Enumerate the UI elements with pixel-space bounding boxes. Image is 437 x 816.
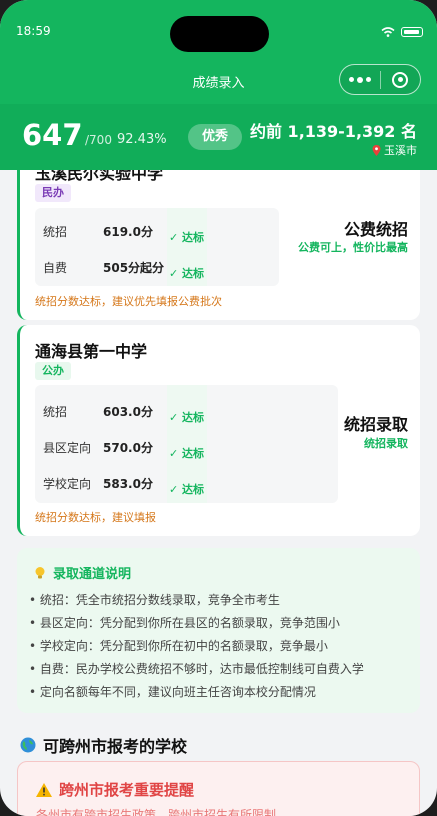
row-value: 583.0分 [103, 477, 153, 491]
advice-text: 统招分数达标，建议填报 [35, 511, 156, 524]
warning-box: 跨州市报考重要提醒 各州市有跨市招生政策，跨州市招生有所限制 [17, 761, 420, 816]
row-label: 统招 [43, 225, 68, 239]
row-value: 619.0分 [103, 225, 153, 239]
app-header: 18:59 成绩录入 647 /700 92.43% 优秀 约前 1,139-1… [0, 0, 437, 170]
status-badge: ✓ 达标 [169, 267, 205, 280]
status-badge: ✓ 达标 [169, 231, 205, 244]
row-label: 县区定向 [43, 441, 92, 455]
info-line: • 定向名额每年不同，建议向班主任咨询本校分配情况 [29, 685, 316, 699]
score-line-table: 统招 619.0分 ✓ 达标 自费 505分起分 ✓ 达标 [35, 208, 279, 286]
system-icons [381, 27, 423, 37]
school-card[interactable]: 通海县第一中学 公办 统招 603.0分 ✓ 达标 县区定向 570.0分 ✓ … [17, 325, 420, 536]
city-label: 玉溪市 [372, 142, 417, 158]
status-badge: ✓ 达标 [169, 411, 205, 424]
row-label: 学校定向 [43, 477, 92, 491]
globe-icon [20, 737, 36, 753]
row-value: 570.0分 [103, 441, 153, 455]
score-max: /700 [85, 133, 112, 147]
result-subtitle: 公费可上，性价比最高 [298, 241, 408, 254]
status-badge: ✓ 达标 [169, 447, 205, 460]
row-label: 自费 [43, 261, 68, 275]
level-badge: 优秀 [188, 124, 242, 150]
info-line: • 学校定向：凭分配到你所在初中的名额录取，竞争最小 [29, 639, 328, 653]
location-pin-icon [372, 144, 381, 156]
battery-icon [401, 27, 423, 37]
row-value: 505分起分 [103, 261, 165, 275]
result-subtitle: 统招录取 [364, 437, 408, 450]
row-value: 603.0分 [103, 405, 153, 419]
warning-icon [36, 782, 52, 797]
row-label: 统招 [43, 405, 68, 419]
rank-estimate: 约前 1,139-1,392 名 [249, 122, 417, 141]
advice-text: 统招分数达标，建议优先填报公费批次 [35, 295, 222, 308]
school-name: 通海县第一中学 [35, 342, 148, 361]
score-percent: 92.43% [117, 132, 167, 147]
score-summary-bar: 647 /700 92.43% 优秀 约前 1,139-1,392 名 玉溪市 [0, 104, 437, 170]
status-bar: 18:59 [0, 0, 437, 52]
table-row: 统招 603.0分 ✓ 达标 [35, 400, 285, 424]
camera-notch [170, 16, 269, 52]
warning-text: 各州市有跨市招生政策，跨州市招生有所限制 [36, 808, 277, 816]
school-type-tag: 民办 [35, 184, 71, 202]
admission-info-box: 录取通道说明 • 统招：凭全市统招分数线录取，竞争全市考生 • 县区定向：凭分配… [17, 548, 420, 713]
status-badge: ✓ 达标 [169, 483, 205, 496]
nav-bar: 成绩录入 [0, 62, 437, 98]
phone-screen: 玉溪民尔实验中学 民办 统招 619.0分 ✓ 达标 自费 505分起分 ✓ 达… [0, 0, 437, 816]
table-row: 学校定向 583.0分 ✓ 达标 [35, 472, 285, 496]
table-row: 县区定向 570.0分 ✓ 达标 [35, 436, 285, 460]
result-title: 公费统招 [343, 220, 408, 239]
warning-title: 跨州市报考重要提醒 [35, 779, 194, 800]
table-row: 统招 619.0分 ✓ 达标 [35, 220, 285, 244]
total-score: 647 [22, 118, 83, 152]
lightbulb-icon [35, 566, 45, 578]
score-line-table: 统招 603.0分 ✓ 达标 县区定向 570.0分 ✓ 达标 学校定向 583… [35, 385, 338, 503]
info-line: • 统招：凭全市统招分数线录取，竞争全市考生 [29, 593, 280, 607]
warning-title-text: 跨州市报考重要提醒 [59, 781, 195, 799]
city-name: 玉溪市 [384, 144, 417, 157]
close-miniprogram-icon[interactable] [381, 71, 420, 88]
table-row: 自费 505分起分 ✓ 达标 [35, 256, 285, 280]
info-line: • 自费：民办学校公费统招不够时，达市最低控制线可自费入学 [29, 662, 364, 676]
section-title-text: 可跨州市报考的学校 [43, 737, 188, 756]
admission-info-title-text: 录取通道说明 [53, 567, 132, 582]
info-line: • 县区定向：凭分配到你所在县区的名额录取，竞争范围小 [29, 616, 340, 630]
status-time: 18:59 [16, 24, 51, 38]
miniprogram-capsule [339, 64, 421, 95]
more-dots-icon[interactable] [340, 76, 380, 83]
result-title: 统招录取 [343, 415, 408, 434]
school-type-tag: 公办 [35, 362, 71, 380]
admission-info-title: 录取通道说明 [33, 563, 131, 582]
school-card[interactable]: 玉溪民尔实验中学 民办 统招 619.0分 ✓ 达标 自费 505分起分 ✓ 达… [17, 150, 420, 320]
wifi-icon [381, 27, 395, 37]
section-title: 可跨州市报考的学校 [20, 733, 187, 757]
